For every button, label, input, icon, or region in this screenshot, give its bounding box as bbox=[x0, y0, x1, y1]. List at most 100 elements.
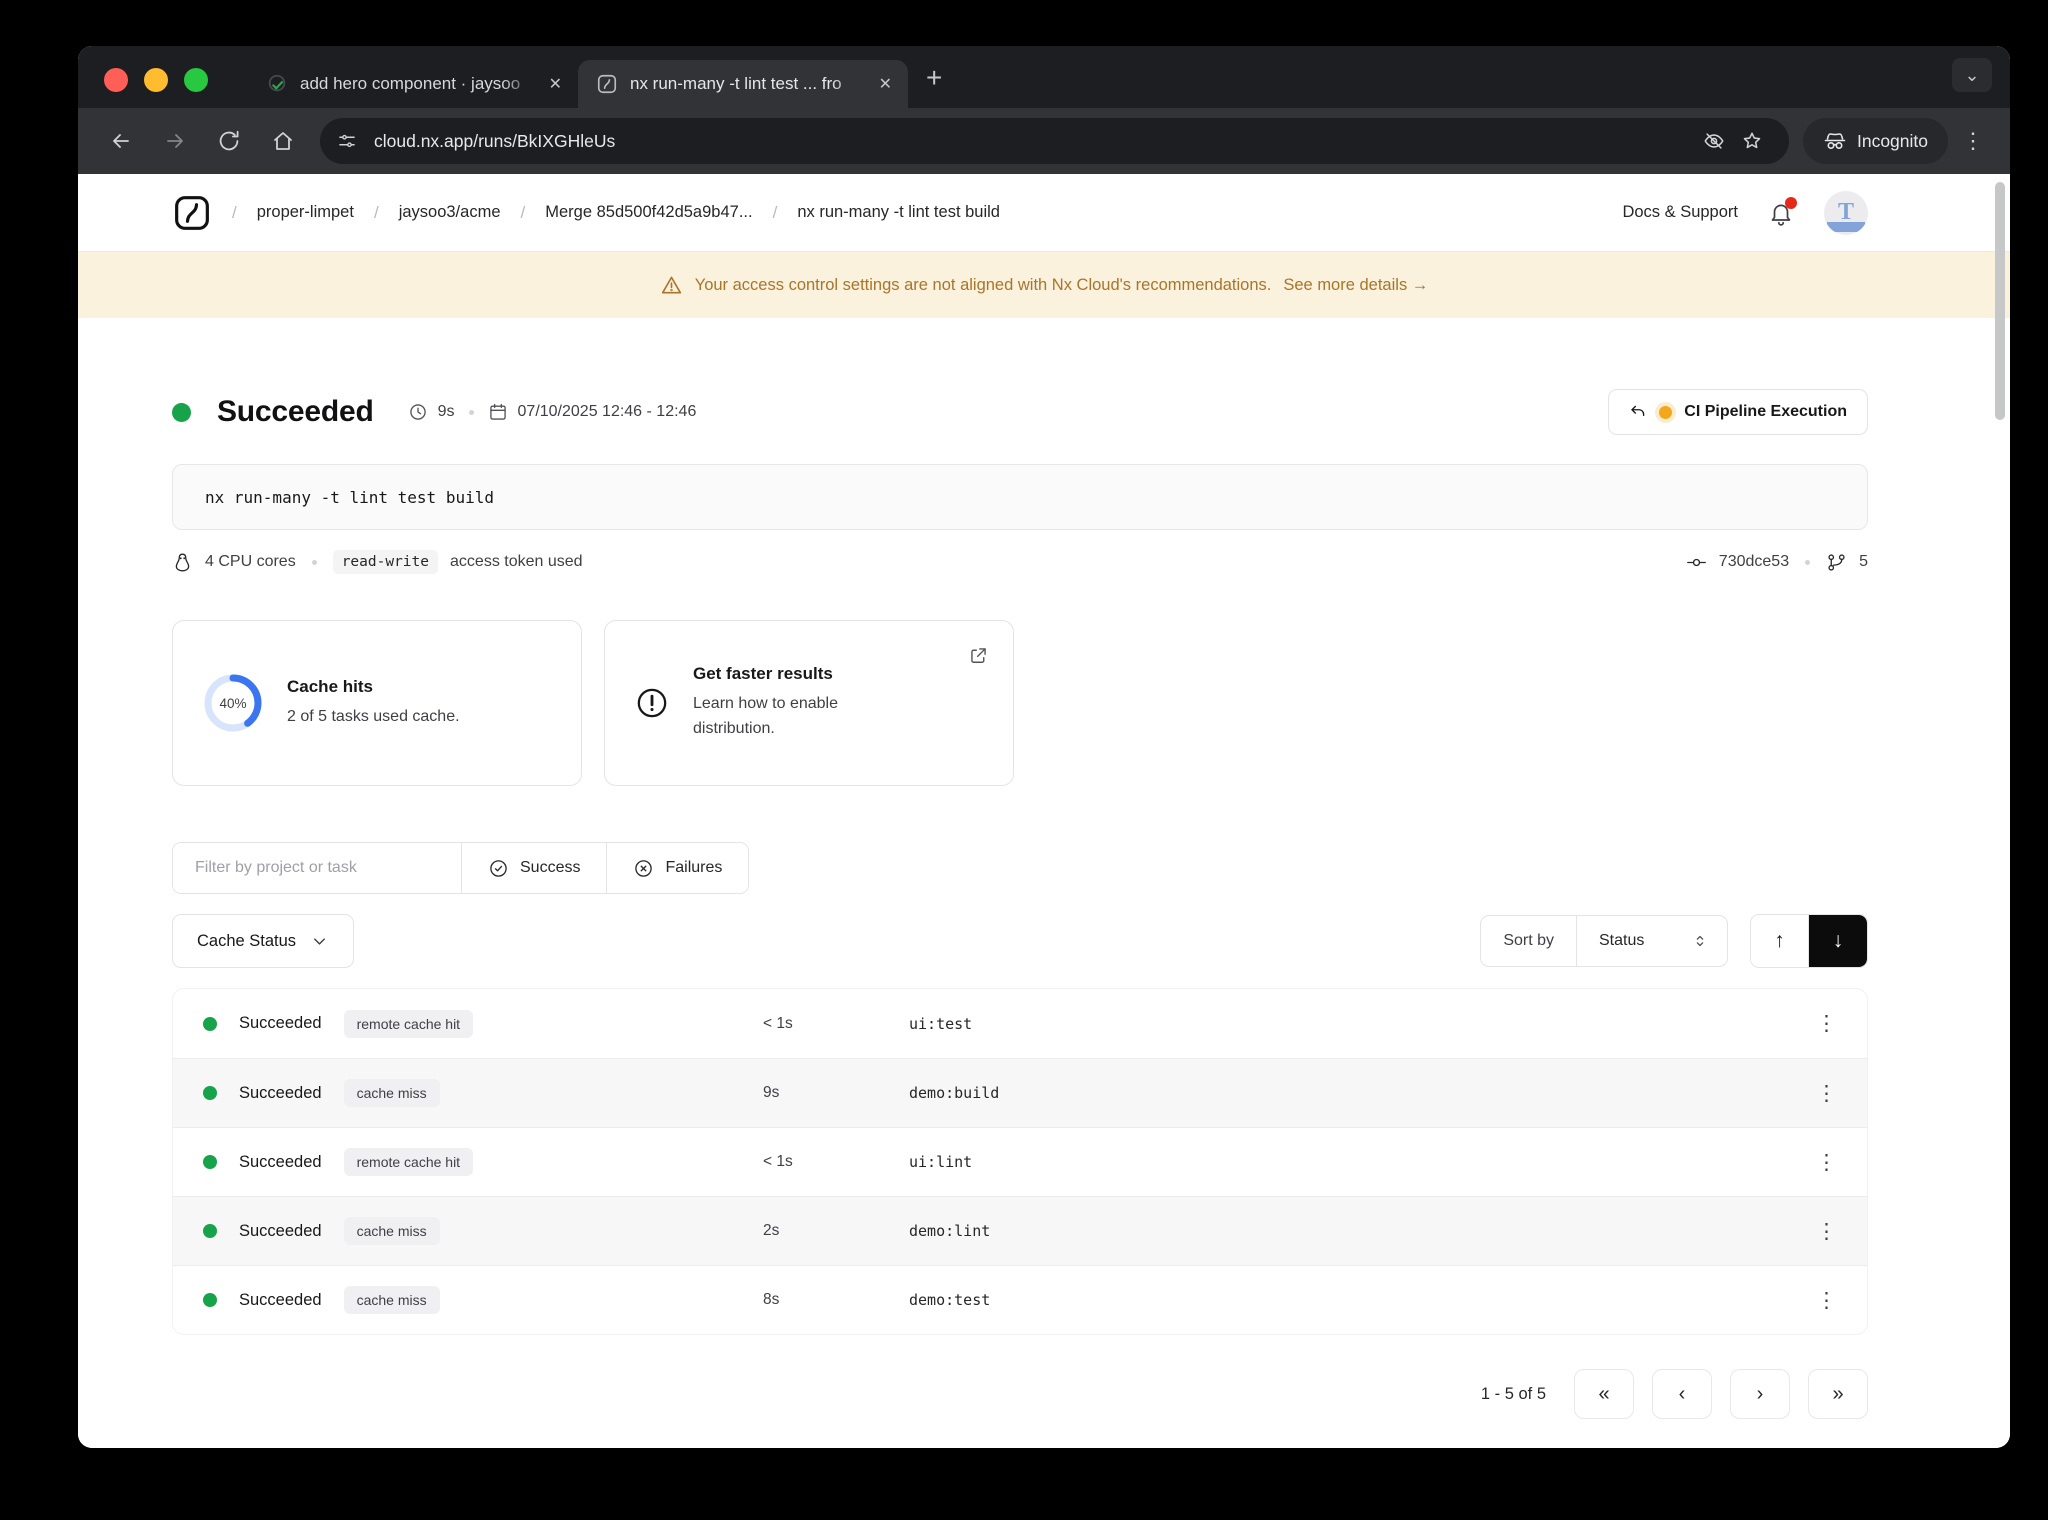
warning-icon bbox=[661, 276, 681, 294]
browser-toolbar: cloud.nx.app/runs/BkIXGHleUs Incognito ⋮ bbox=[78, 108, 2010, 174]
page-scrollbar[interactable] bbox=[1995, 182, 2005, 420]
sort-select[interactable]: Status bbox=[1577, 916, 1727, 966]
cache-hits-card: 40% Cache hits 2 of 5 tasks used cache. bbox=[172, 620, 582, 786]
banner-details-link[interactable]: See more details → bbox=[1283, 276, 1428, 295]
status-dot bbox=[203, 1016, 217, 1031]
minimize-window-button[interactable] bbox=[144, 68, 168, 92]
row-task[interactable]: demo:lint bbox=[909, 1222, 1816, 1240]
breadcrumb-separator: / bbox=[520, 202, 526, 222]
tab-search-chevron-icon[interactable]: ⌄ bbox=[1952, 58, 1992, 92]
breadcrumb-commit[interactable]: Merge 85d500f42d5a9b47... bbox=[545, 203, 752, 222]
back-button[interactable] bbox=[98, 118, 144, 164]
sort-ascending-button[interactable]: ↑ bbox=[1751, 915, 1809, 967]
nx-logo-icon[interactable] bbox=[172, 193, 212, 233]
browser-menu-icon[interactable]: ⋮ bbox=[1956, 118, 1990, 164]
table-row[interactable]: Succeeded cache miss 2s demo:lint ⋮ bbox=[173, 1196, 1867, 1265]
reload-button[interactable] bbox=[206, 118, 252, 164]
row-task[interactable]: ui:lint bbox=[909, 1153, 1816, 1171]
row-status: Succeeded bbox=[239, 1014, 322, 1032]
previous-page-button[interactable]: ‹ bbox=[1652, 1369, 1712, 1419]
faster-results-card[interactable]: Get faster results Learn how to enable d… bbox=[604, 620, 1014, 786]
select-updown-icon bbox=[1696, 935, 1704, 947]
row-task[interactable]: demo:build bbox=[909, 1084, 1816, 1102]
table-row[interactable]: Succeeded remote cache hit < 1s ui:test … bbox=[173, 989, 1867, 1058]
new-tab-button[interactable]: + bbox=[926, 64, 942, 92]
filter-failures-button[interactable]: Failures bbox=[606, 843, 749, 893]
run-date-range: 07/10/2025 12:46 - 12:46 bbox=[517, 403, 697, 420]
breadcrumb: / proper-limpet / jaysoo3/acme / Merge 8… bbox=[172, 193, 1622, 233]
breadcrumb-separator: / bbox=[373, 202, 379, 222]
row-duration: 9s bbox=[763, 1084, 780, 1101]
filter-input[interactable] bbox=[173, 843, 461, 893]
breadcrumb-repo[interactable]: jaysoo3/acme bbox=[399, 203, 501, 222]
cache-status-dropdown[interactable]: Cache Status bbox=[172, 914, 355, 968]
site-settings-icon[interactable] bbox=[330, 124, 364, 158]
avatar[interactable]: T bbox=[1824, 190, 1868, 235]
run-status: Succeeded bbox=[217, 395, 374, 428]
close-tab-icon[interactable]: ✕ bbox=[549, 74, 562, 94]
pagination: 1 - 5 of 5 « ‹ › » bbox=[172, 1369, 1868, 1419]
table-row[interactable]: Succeeded cache miss 8s demo:test ⋮ bbox=[173, 1265, 1867, 1334]
browser-tab-github-pr[interactable]: add hero component · jaysoo ✕ bbox=[248, 60, 578, 108]
notification-dot bbox=[1785, 196, 1797, 209]
run-duration: 9s bbox=[437, 403, 455, 420]
last-page-button[interactable]: » bbox=[1808, 1369, 1868, 1419]
pr-check-favicon-icon bbox=[266, 73, 288, 95]
row-task[interactable]: demo:test bbox=[909, 1291, 1816, 1309]
row-menu-icon[interactable]: ⋮ bbox=[1816, 1083, 1837, 1104]
tab-strip: add hero component · jaysoo ✕ nx run-man… bbox=[78, 46, 2010, 108]
commit-sha[interactable]: 730dce53 bbox=[1719, 553, 1789, 571]
close-tab-icon[interactable]: ✕ bbox=[879, 74, 892, 94]
row-duration: < 1s bbox=[763, 1153, 793, 1170]
filter-success-button[interactable]: Success bbox=[461, 843, 607, 893]
password-eye-off-icon[interactable] bbox=[1695, 122, 1733, 160]
row-duration: < 1s bbox=[763, 1014, 793, 1032]
notifications-bell-icon[interactable] bbox=[1768, 196, 1797, 226]
bookmark-star-icon[interactable] bbox=[1733, 122, 1771, 160]
close-window-button[interactable] bbox=[104, 68, 128, 92]
incognito-badge: Incognito bbox=[1802, 118, 1948, 164]
banner-message: Your access control settings are not ali… bbox=[694, 275, 1272, 294]
first-page-button[interactable]: « bbox=[1574, 1369, 1634, 1419]
row-menu-icon[interactable]: ⋮ bbox=[1816, 1290, 1837, 1311]
next-page-button[interactable]: › bbox=[1730, 1369, 1790, 1419]
faster-results-subtitle: Learn how to enable distribution. bbox=[693, 695, 838, 737]
filter-failures-label: Failures bbox=[665, 859, 723, 876]
traffic-lights bbox=[104, 68, 208, 92]
ci-pipeline-execution-button[interactable]: CI Pipeline Execution bbox=[1608, 389, 1868, 435]
breadcrumb-run[interactable]: nx run-many -t lint test build bbox=[797, 203, 1000, 222]
run-meta-row: 4 CPU cores read-write access token used… bbox=[172, 546, 1868, 578]
row-menu-icon[interactable]: ⋮ bbox=[1816, 1152, 1837, 1173]
filter-success-label: Success bbox=[520, 859, 581, 876]
nx-cloud-page: / proper-limpet / jaysoo3/acme / Merge 8… bbox=[78, 174, 2010, 1448]
status-dot bbox=[203, 1224, 217, 1238]
pagination-range: 1 - 5 of 5 bbox=[1480, 1384, 1546, 1403]
row-status: Succeeded bbox=[239, 1290, 322, 1309]
cache-badge: cache miss bbox=[343, 1286, 440, 1314]
cpu-cores: 4 CPU cores bbox=[205, 553, 296, 570]
check-circle-icon bbox=[490, 859, 507, 877]
sort-value: Status bbox=[1599, 932, 1645, 949]
row-menu-icon[interactable]: ⋮ bbox=[1816, 1013, 1837, 1034]
browser-tab-nx-cloud[interactable]: nx run-many -t lint test ... fro ✕ bbox=[578, 60, 908, 108]
chevron-down-icon bbox=[314, 937, 326, 945]
breadcrumb-workspace[interactable]: proper-limpet bbox=[257, 203, 354, 222]
table-row[interactable]: Succeeded remote cache hit < 1s ui:lint … bbox=[173, 1127, 1867, 1196]
docs-support-link[interactable]: Docs & Support bbox=[1622, 203, 1738, 222]
row-status: Succeeded bbox=[239, 1152, 322, 1171]
access-control-banner: Your access control settings are not ali… bbox=[78, 252, 2010, 318]
status-dot bbox=[203, 1293, 217, 1307]
url-bar[interactable]: cloud.nx.app/runs/BkIXGHleUs bbox=[320, 118, 1789, 164]
row-menu-icon[interactable]: ⋮ bbox=[1816, 1221, 1837, 1242]
row-status: Succeeded bbox=[239, 1083, 322, 1102]
zoom-window-button[interactable] bbox=[184, 68, 208, 92]
status-dot bbox=[203, 1155, 217, 1169]
table-row[interactable]: Succeeded cache miss 9s demo:build ⋮ bbox=[173, 1058, 1867, 1127]
sort-descending-button[interactable]: ↓ bbox=[1809, 915, 1867, 967]
forward-button[interactable] bbox=[152, 118, 198, 164]
row-task[interactable]: ui:test bbox=[909, 1015, 1816, 1033]
cache-status-label: Cache Status bbox=[197, 931, 297, 950]
external-link-icon[interactable] bbox=[968, 645, 989, 671]
home-button[interactable] bbox=[260, 118, 306, 164]
cache-badge: cache miss bbox=[343, 1079, 440, 1107]
